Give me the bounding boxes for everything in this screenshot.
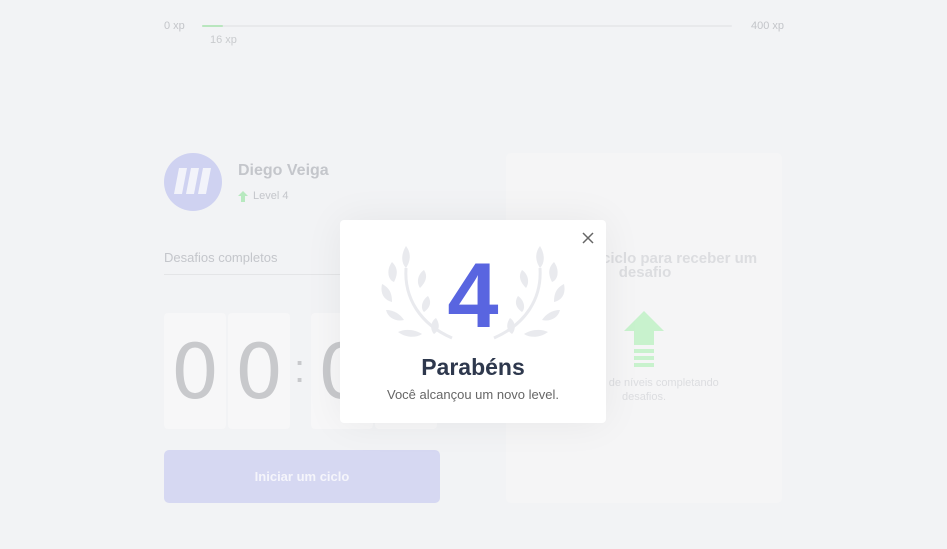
experience-bar: 0 xp 16 xp 400 xp: [164, 18, 784, 46]
profile-name: Diego Veiga: [238, 162, 329, 179]
modal-title: Parabéns: [421, 354, 525, 380]
minute-tens-digit: 0: [164, 313, 226, 429]
xp-min-label: 0 xp: [164, 20, 185, 32]
minute-ones-digit: 0: [228, 313, 290, 429]
xp-progress-fill: [202, 25, 224, 27]
start-cycle-button[interactable]: Iniciar um ciclo: [164, 450, 440, 503]
completed-challenges-label: Desafios completos: [164, 250, 278, 265]
xp-max-label: 400 xp: [750, 20, 784, 32]
xp-current-label: 16 xp: [210, 34, 237, 46]
logo-icon: [174, 168, 211, 194]
new-level-number: 4: [447, 245, 499, 347]
level-up-icon: [238, 190, 248, 202]
level-label: Level 4: [253, 190, 289, 202]
level-up-arrow-icon: [624, 311, 664, 367]
modal-message: Você alcançou um novo level.: [387, 387, 559, 402]
level-row: Level 4: [238, 190, 288, 202]
xp-track: [202, 25, 732, 27]
close-icon: [582, 232, 594, 244]
level-up-modal: 4 Parabéns Você alcançou um novo level.: [340, 220, 606, 423]
close-modal-button[interactable]: [580, 230, 596, 246]
countdown-separator: :: [294, 347, 306, 391]
profile: Diego Veiga Level 4: [164, 153, 444, 213]
avatar: [164, 153, 222, 211]
